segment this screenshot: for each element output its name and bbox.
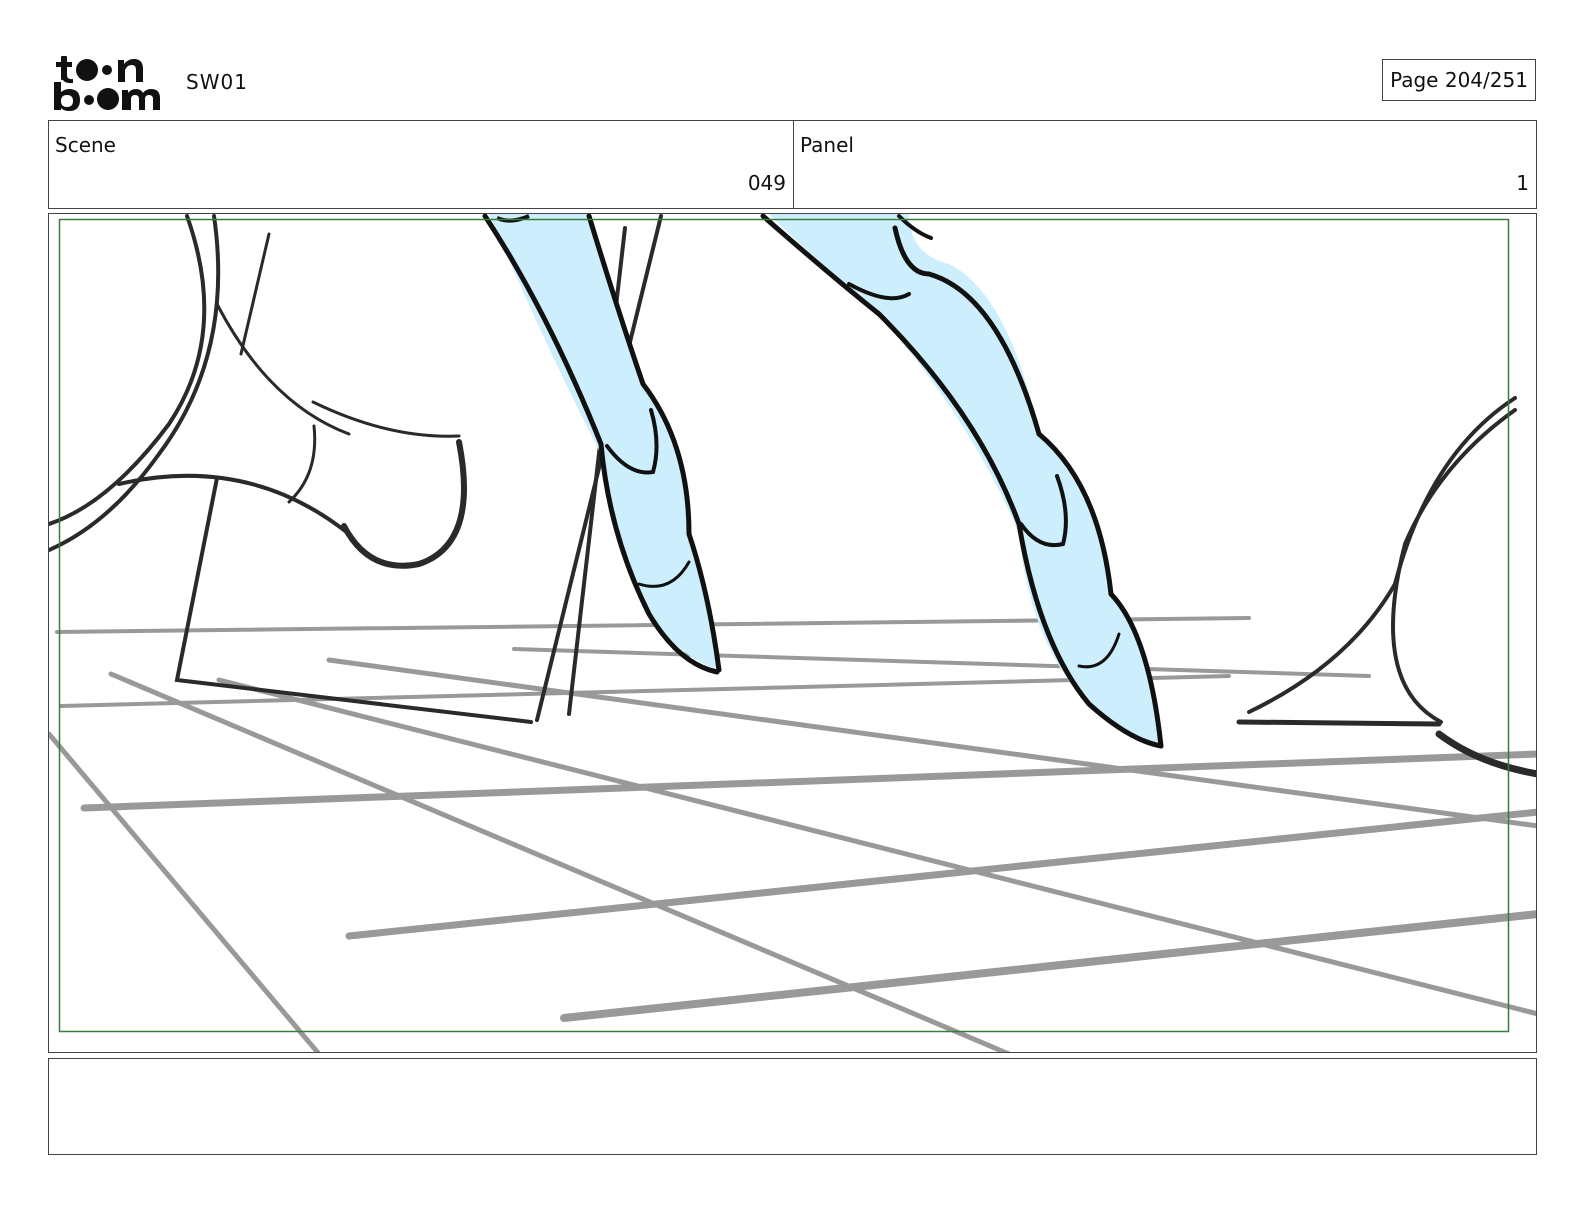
left-boot <box>482 214 722 675</box>
panel-cell: Panel 1 <box>794 121 1536 208</box>
project-name: SW01 <box>186 70 248 94</box>
storyboard-panel-image <box>48 213 1537 1053</box>
safe-area-frame <box>58 218 1510 1033</box>
toon-boom-logo <box>54 56 160 111</box>
panel-drawing <box>49 214 1536 1052</box>
scene-label: Scene <box>55 133 116 157</box>
dialogue-notes-box <box>48 1058 1537 1155</box>
panel-number: 1 <box>1516 171 1529 195</box>
scene-cell: Scene 049 <box>49 121 794 208</box>
right-boot <box>760 214 1164 749</box>
scene-panel-info: Scene 049 Panel 1 <box>48 120 1537 209</box>
page-indicator: Page 204/251 <box>1382 59 1536 101</box>
panel-label: Panel <box>800 133 854 157</box>
scene-number: 049 <box>747 171 786 195</box>
floor-grid <box>49 616 1536 1052</box>
background-sketch <box>49 214 1536 778</box>
